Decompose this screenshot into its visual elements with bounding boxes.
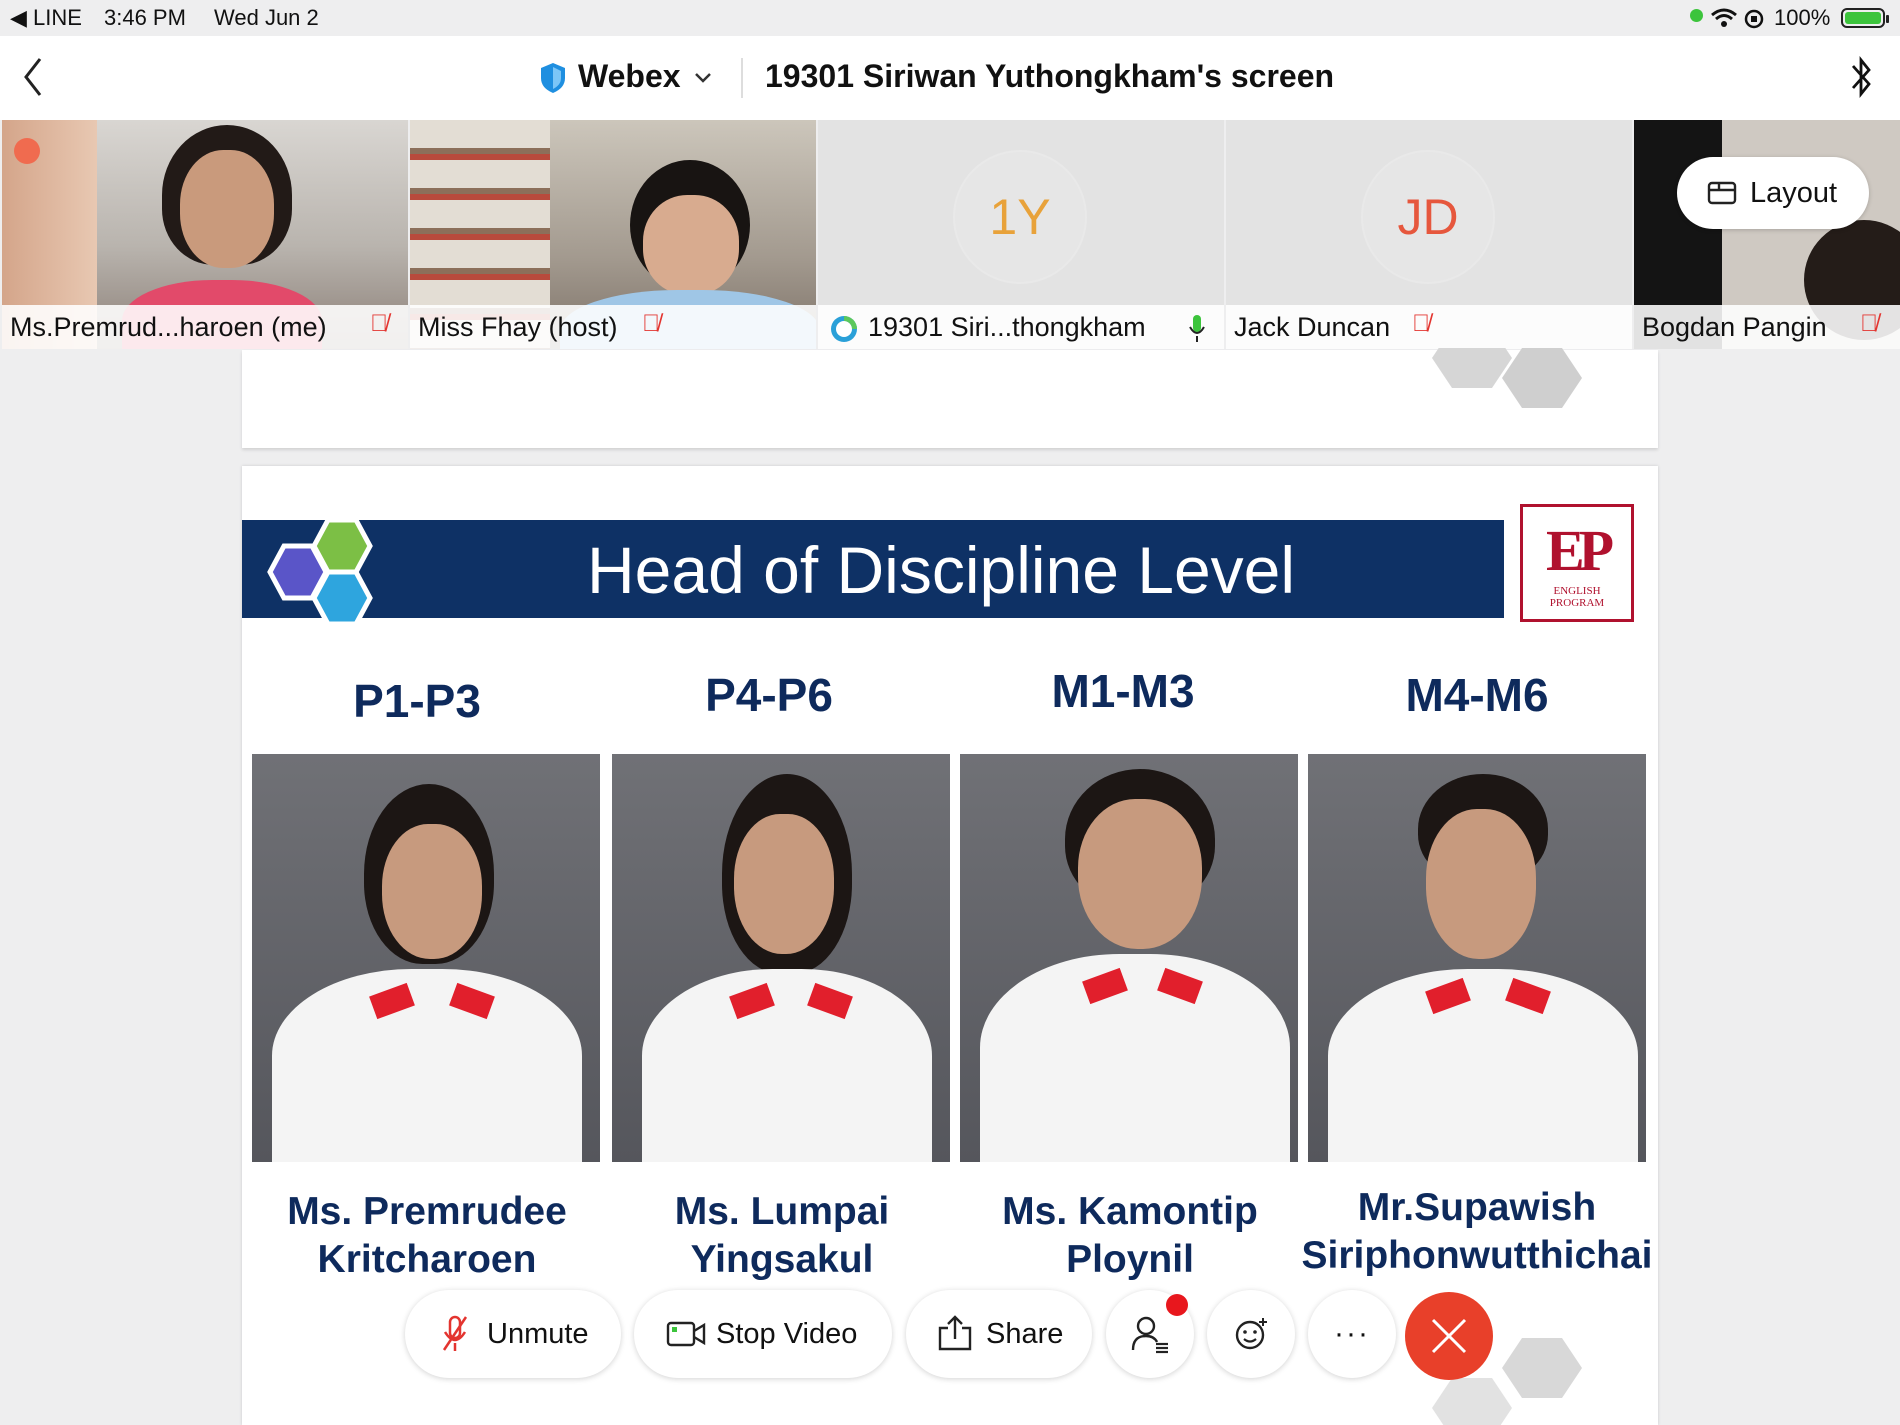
slide-title: Head of Discipline Level: [587, 533, 1296, 607]
mic-muted-icon: 🎙̸: [370, 310, 388, 337]
video-camera-icon: [666, 1321, 706, 1347]
level-heading-m1-m3: M1-M3: [1051, 665, 1195, 717]
participant-tile-jack[interactable]: JD Jack Duncan 🎙̸: [1226, 120, 1632, 349]
layout-button[interactable]: Layout: [1677, 157, 1869, 229]
logo-mark: EP: [1545, 518, 1614, 583]
notification-dot-icon: [1166, 1294, 1188, 1316]
bluetooth-icon[interactable]: [1848, 54, 1874, 100]
video-person-face: [180, 150, 274, 268]
chevron-down-icon[interactable]: [694, 72, 712, 84]
staff-name: Ms. Kamontip Ploynil: [1002, 1190, 1258, 1281]
participant-tile-bogdan[interactable]: Bogdan Pangin 🎙̸: [1634, 120, 1900, 349]
shared-screen-title: 19301 Siriwan Yuthongkham's screen: [765, 58, 1335, 94]
staff-name: Ms. Premrudee Kritcharoen: [287, 1190, 567, 1281]
share-label: Share: [986, 1318, 1064, 1350]
app-name-dropdown[interactable]: Webex: [578, 58, 681, 95]
participant-name: Miss Fhay (host): [410, 305, 816, 349]
avatar: 1Y: [953, 150, 1087, 284]
more-options-button[interactable]: ···: [1308, 1290, 1396, 1378]
reactions-button[interactable]: [1207, 1290, 1295, 1378]
level-heading-p1-p3: P1-P3: [353, 675, 481, 727]
level-heading-p4-p6: P4-P6: [705, 669, 833, 721]
avatar: JD: [1361, 150, 1495, 284]
header-divider: [741, 58, 743, 98]
stop-video-button[interactable]: Stop Video: [634, 1290, 892, 1378]
mic-muted-icon: 🎙̸: [1860, 310, 1878, 337]
unmute-button[interactable]: Unmute: [405, 1290, 621, 1378]
participant-strip: Ms.Premrud...haroen (me) 🎙̸ Miss Fhay (h…: [0, 120, 1900, 350]
orientation-lock-icon: [1744, 9, 1764, 29]
hexagon-cluster-icon: [267, 517, 373, 627]
end-call-button[interactable]: [1405, 1292, 1493, 1380]
status-time: 3:46 PM: [104, 5, 186, 30]
status-date: Wed Jun 2: [214, 5, 319, 30]
mic-muted-icon: 🎙̸: [642, 310, 660, 337]
participant-tile-me[interactable]: Ms.Premrud...haroen (me) 🎙̸: [2, 120, 408, 349]
screen-share-icon: [831, 316, 857, 342]
meeting-header: Webex 19301 Siriwan Yuthongkham's screen: [0, 36, 1900, 120]
portrait-photo: [612, 754, 950, 1162]
close-icon: [1431, 1318, 1467, 1354]
video-person-face: [643, 195, 739, 295]
layout-label: Layout: [1750, 177, 1838, 209]
layout-icon: [1707, 181, 1737, 205]
participant-name: 19301 Siri...thongkham: [818, 305, 1224, 349]
participants-icon: [1131, 1316, 1168, 1354]
portrait-photo: [960, 754, 1298, 1162]
battery-percent: 100%: [1774, 5, 1831, 30]
portrait-photo: [1308, 754, 1646, 1162]
participant-tile-host[interactable]: Miss Fhay (host) 🎙̸: [410, 120, 816, 349]
wifi-icon: [1711, 8, 1737, 27]
battery-icon: [1841, 8, 1889, 28]
back-to-line-link[interactable]: ◀ LINE: [10, 5, 82, 31]
mic-muted-icon: 🎙̸: [1412, 310, 1430, 337]
green-dot-icon: [1690, 9, 1703, 22]
mic-active-icon: [1189, 315, 1205, 342]
muted-badge-icon: [14, 138, 40, 164]
status-bar: ◀ LINE 3:46 PM Wed Jun 2 100%: [0, 0, 1900, 36]
hexagon-decoration-icon: [1432, 348, 1582, 408]
previous-slide: [242, 348, 1658, 448]
shield-icon: [541, 63, 565, 93]
emoji-reaction-icon: [1235, 1318, 1267, 1350]
back-chevron-icon[interactable]: [22, 56, 44, 98]
mic-muted-icon: [442, 1315, 468, 1351]
portrait-photo: [252, 754, 600, 1162]
unmute-label: Unmute: [487, 1318, 589, 1350]
stop-video-label: Stop Video: [716, 1318, 858, 1350]
participants-button[interactable]: [1106, 1290, 1194, 1378]
current-slide: Head of Discipline Level EP ENGLISH PROG…: [242, 466, 1658, 1425]
ep-logo: EP ENGLISH PROGRAM: [1520, 504, 1634, 622]
staff-name: Mr.Supawish Siriphonwutthichai: [1301, 1186, 1653, 1277]
participant-name: Ms.Premrud...haroen (me): [2, 305, 408, 349]
level-heading-m4-m6: M4-M6: [1405, 669, 1549, 721]
share-icon: [938, 1315, 972, 1351]
participant-tile-presenter[interactable]: 1Y 19301 Siri...thongkham: [818, 120, 1224, 349]
share-button[interactable]: Share: [906, 1290, 1092, 1378]
staff-name: Ms. Lumpai Yingsakul: [674, 1190, 890, 1281]
logo-subtitle: ENGLISH PROGRAM: [1549, 585, 1605, 609]
